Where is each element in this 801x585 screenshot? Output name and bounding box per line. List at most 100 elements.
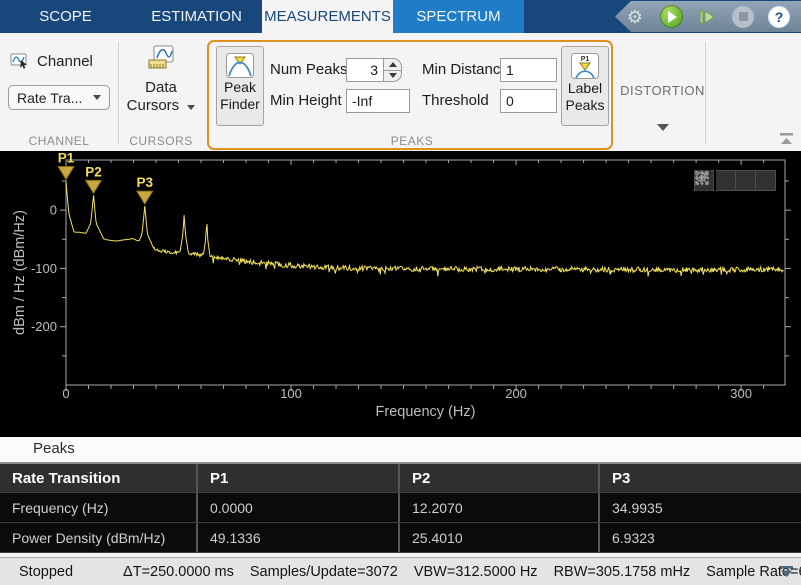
x-tick-label: 300 — [730, 386, 752, 401]
cell-value: 25.4010 — [400, 523, 600, 552]
table-header-p2: P2 — [400, 464, 600, 492]
stop-button[interactable] — [731, 5, 755, 29]
status-delta-t: ΔT=250.0000 ms — [123, 564, 234, 580]
channel-label: Channel — [37, 53, 93, 70]
channel-dropdown-value: Rate Tra... — [17, 90, 82, 106]
ribbon-toolbar: Channel Rate Tra... CHANNEL Data Cursors… — [0, 33, 801, 151]
channel-icon — [10, 53, 30, 70]
peaks-panel-header: Peaks — [0, 437, 801, 462]
table-header-p3: P3 — [600, 464, 801, 492]
fit-view-button[interactable] — [756, 170, 776, 191]
svg-text:P1: P1 — [581, 56, 590, 63]
pan-button[interactable] — [716, 170, 736, 191]
step-forward-icon — [697, 7, 717, 27]
table-header-row: Rate Transition P1 P2 P3 — [0, 464, 801, 493]
spectrum-plot[interactable]: 0 100 200 300 0 -100 -200 Frequency (Hz) dBm / H… — [0, 151, 801, 437]
status-vbw: VBW=312.5000 Hz — [414, 564, 538, 580]
y-tick-label: -200 — [31, 319, 57, 334]
min-distance-label: Min Distance — [422, 58, 509, 82]
label-peaks-button[interactable]: P1 Label Peaks — [561, 46, 609, 126]
run-controls: ⚙ ? — [615, 1, 801, 32]
tab-bar: SCOPE ESTIMATION MEASUREMENTS SPECTRUM ⚙… — [0, 0, 801, 33]
peak-marker — [137, 191, 153, 204]
cursors-section-caption: CURSORS — [118, 134, 204, 148]
peak-marker-label: P3 — [136, 175, 153, 190]
label-peaks-icon: P1 — [570, 52, 600, 80]
collapse-ribbon-button[interactable] — [778, 131, 796, 146]
peak-finder-label-line2: Finder — [220, 96, 260, 113]
spin-up-icon — [389, 62, 397, 67]
table-header-source: Rate Transition — [0, 464, 198, 492]
simulation-settings-button[interactable]: ⚙ — [623, 5, 647, 29]
collapse-panel-button[interactable] — [778, 565, 795, 579]
axes-toolbar — [694, 170, 776, 191]
peak-marker-label: P2 — [85, 164, 102, 179]
peak-marker — [58, 166, 74, 179]
y-tick-label: 0 — [50, 203, 57, 218]
data-cursors-label-line1: Data — [118, 79, 204, 97]
step-forward-button[interactable] — [695, 5, 719, 29]
tab-estimation[interactable]: ESTIMATION — [131, 0, 262, 33]
peaks-table: Rate Transition P1 P2 P3 Frequency (Hz) … — [0, 462, 801, 553]
min-height-input[interactable]: -Inf — [346, 89, 410, 113]
distortion-dropdown[interactable]: DISTORTION — [620, 33, 705, 151]
help-icon: ? — [768, 6, 790, 28]
status-samples-per-update: Samples/Update=3072 — [250, 564, 398, 580]
run-button[interactable] — [659, 5, 683, 29]
label-peaks-label-line1: Label — [568, 80, 602, 97]
spin-up-button[interactable] — [384, 58, 402, 70]
x-tick-label: 100 — [280, 386, 302, 401]
fit-view-icon — [694, 170, 710, 186]
help-button[interactable]: ? — [767, 5, 791, 29]
x-tick-label: 0 — [62, 386, 69, 401]
spin-down-icon — [389, 73, 397, 78]
peak-marker-label: P1 — [58, 151, 75, 165]
threshold-input[interactable]: 0 — [500, 89, 557, 113]
peak-marker — [85, 180, 101, 193]
x-axis-label: Frequency (Hz) — [376, 404, 476, 420]
peaks-panel-title: Peaks — [33, 440, 75, 457]
threshold-label: Threshold — [422, 89, 489, 113]
peak-finder-button[interactable]: Peak Finder — [216, 46, 264, 126]
channel-dropdown[interactable]: Rate Tra... — [8, 85, 110, 110]
data-cursors-label-line2: Cursors — [127, 97, 180, 114]
spin-down-button[interactable] — [384, 70, 402, 83]
tab-measurements[interactable]: MEASUREMENTS — [262, 0, 393, 33]
distortion-label: DISTORTION — [620, 83, 705, 98]
cursors-section: Data Cursors CURSORS — [118, 33, 204, 151]
channel-section: Channel Rate Tra... CHANNEL — [0, 33, 118, 151]
num-peaks-input[interactable]: 3 — [346, 58, 384, 82]
zoom-in-button[interactable] — [736, 170, 756, 191]
tab-scope[interactable]: SCOPE — [0, 0, 131, 33]
peak-finder-icon — [225, 52, 255, 79]
cell-value: 12.2070 — [400, 493, 600, 522]
tab-spectrum[interactable]: SPECTRUM — [393, 0, 524, 33]
section-divider — [705, 42, 706, 145]
data-cursors-button[interactable]: Data Cursors — [118, 45, 204, 115]
spectrum-plot-canvas: 0 100 200 300 0 -100 -200 Frequency (Hz) dBm / H… — [0, 151, 801, 437]
y-tick-label: -100 — [31, 261, 57, 276]
min-height-label: Min Height — [270, 89, 342, 113]
play-icon — [668, 11, 677, 23]
cell-value: 34.9935 — [600, 493, 801, 522]
chevron-down-icon — [657, 124, 669, 131]
collapse-panel-icon — [778, 565, 795, 579]
peaks-section: Peak Finder Num Peaks 3 Min Distance 1 M… — [204, 33, 620, 151]
cell-value: 6.9323 — [600, 523, 801, 552]
peaks-section-caption: PEAKS — [204, 134, 620, 148]
label-peaks-label-line2: Peaks — [566, 97, 605, 114]
spectrum-trace — [66, 182, 784, 277]
cell-value: 0.0000 — [198, 493, 400, 522]
status-state: Stopped — [19, 564, 73, 580]
min-distance-input[interactable]: 1 — [500, 58, 557, 82]
status-bar: Stopped ΔT=250.0000 ms Samples/Update=30… — [0, 557, 801, 585]
x-tick-label: 200 — [505, 386, 527, 401]
data-cursors-icon — [148, 45, 175, 72]
collapse-ribbon-icon — [778, 131, 796, 146]
row-label: Frequency (Hz) — [0, 493, 198, 522]
num-peaks-label: Num Peaks — [270, 58, 348, 82]
y-axis-label: dBm / Hz (dBm/Hz) — [12, 210, 28, 335]
channel-section-caption: CHANNEL — [0, 134, 118, 148]
status-rbw: RBW=305.1758 mHz — [554, 564, 691, 580]
cell-value: 49.1336 — [198, 523, 400, 552]
